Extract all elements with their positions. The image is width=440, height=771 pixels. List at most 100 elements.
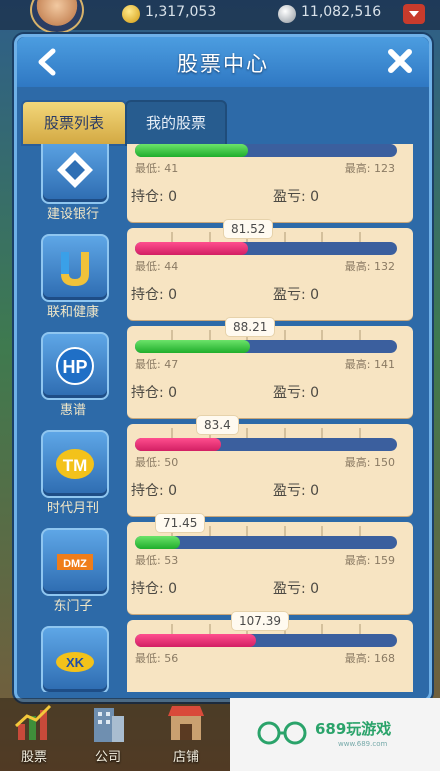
stock-card[interactable]: 81.52 最低: 44 最高: 132 xyxy=(127,220,413,320)
holding-value: 0 xyxy=(168,385,178,401)
current-price: 81.52 xyxy=(224,220,273,238)
low-label: 最低 xyxy=(135,358,157,371)
low-price-label: 最低: 56 xyxy=(135,652,179,665)
gold-coin-icon xyxy=(122,5,140,23)
low-label: 最低 xyxy=(135,456,157,469)
high-price-label: 最高: 123 xyxy=(344,162,395,175)
player-avatar[interactable] xyxy=(30,0,84,34)
svg-text:HP: HP xyxy=(62,357,87,377)
low-price-label: 最低: 44 xyxy=(135,260,179,273)
stock-row[interactable]: XK 107.39 最低: 56 最高: 168 xyxy=(23,612,421,692)
low-price: 56 xyxy=(164,652,179,665)
high-label: 最高 xyxy=(344,162,367,175)
stock-card[interactable]: 88.21 最低: 47 最高: 141 xyxy=(127,318,413,418)
holding-value: 0 xyxy=(168,483,178,499)
stock-card[interactable]: 83.4 最低: 50 最高: 150 xyxy=(127,416,413,516)
shop-icon xyxy=(168,706,204,740)
hold-label: 持仓 xyxy=(131,189,159,205)
low-price-label: 最低: 53 xyxy=(135,554,179,567)
price-range-bar xyxy=(135,438,397,451)
stock-row[interactable]: DMZ 东门子 71.45 最低: 53 最高: 159 持仓: 0 盈亏: 0 xyxy=(23,514,421,620)
holding-value: 0 xyxy=(168,287,178,303)
top-status-bar: 1,317,053 11,082,516 xyxy=(0,0,440,34)
profit-loss-value: 0 xyxy=(310,287,320,303)
silver-amount: 11,082,516 xyxy=(301,4,382,20)
close-icon[interactable] xyxy=(385,46,415,76)
high-price-label: 最高: 159 xyxy=(344,554,395,567)
gold-amount: 1,317,053 xyxy=(145,4,217,20)
high-price-label: 最高: 150 xyxy=(344,456,395,469)
tab-my-stocks[interactable]: 我的股票 xyxy=(125,100,227,146)
stock-row[interactable]: 建设银行 最低: 41 最高: 123 持仓: 0 盈亏: 0 xyxy=(23,144,421,228)
high-price: 132 xyxy=(374,260,395,273)
stock-card[interactable]: 71.45 最低: 53 最高: 159 xyxy=(127,514,413,614)
dock-item-stocks[interactable]: 股票 xyxy=(4,698,64,771)
stock-card[interactable]: 107.39 最低: 56 最高: 168 xyxy=(127,612,413,692)
high-label: 最高 xyxy=(344,652,367,665)
high-label: 最高 xyxy=(344,456,367,469)
low-price-label: 最低: 41 xyxy=(135,162,179,175)
current-price: 83.4 xyxy=(197,416,238,434)
dialog-title: 股票中心 xyxy=(177,52,269,76)
pnl-label: 盈亏 xyxy=(273,483,301,499)
profit-loss-value: 0 xyxy=(310,581,320,597)
range-ticks xyxy=(171,428,361,438)
high-label: 最高 xyxy=(344,554,367,567)
profit-loss-label: 盈亏: 0 xyxy=(273,189,320,205)
low-price: 44 xyxy=(164,260,179,273)
svg-text:TM: TM xyxy=(63,456,88,475)
price-level-fill xyxy=(135,438,221,451)
pnl-label: 盈亏 xyxy=(273,385,301,401)
high-price: 123 xyxy=(374,162,395,175)
stock-row[interactable]: HP 惠谱 88.21 最低: 47 最高: 141 持仓: 0 盈亏: 0 xyxy=(23,318,421,424)
tab-stock-list[interactable]: 股票列表 xyxy=(21,100,127,146)
stock-row[interactable]: 联和健康 81.52 最低: 44 最高: 132 持仓: 0 盈亏: 0 xyxy=(23,220,421,326)
svg-text:DMZ: DMZ xyxy=(63,558,87,570)
low-label: 最低 xyxy=(135,554,157,567)
price-level-fill xyxy=(135,144,248,157)
hold-label: 持仓 xyxy=(131,483,159,499)
price-range-bar xyxy=(135,242,397,255)
company-logo[interactable]: TM xyxy=(41,430,109,498)
price-range-bar xyxy=(135,144,397,157)
glasses-logo-icon xyxy=(257,721,307,745)
pnl-label: 盈亏 xyxy=(273,189,301,205)
stock-row[interactable]: TM 时代月刊 83.4 最低: 50 最高: 150 持仓: 0 盈亏: 0 xyxy=(23,416,421,522)
watermark-text: 689玩游戏 xyxy=(315,720,392,738)
profit-loss-label: 盈亏: 0 xyxy=(273,581,320,597)
stock-name: 惠谱 xyxy=(59,403,86,418)
svg-text:XK: XK xyxy=(66,655,85,670)
low-price: 50 xyxy=(164,456,179,469)
high-price-label: 最高: 168 xyxy=(344,652,395,665)
company-logo[interactable] xyxy=(41,234,109,302)
company-logo[interactable]: HP xyxy=(41,332,109,400)
company-logo[interactable] xyxy=(41,144,109,204)
price-level-fill xyxy=(135,340,250,353)
dock-item-shop[interactable]: 店铺 xyxy=(156,698,216,771)
company-logo[interactable]: XK xyxy=(41,626,109,692)
stock-card[interactable]: 最低: 41 最高: 123 xyxy=(127,144,413,222)
current-price: 71.45 xyxy=(156,514,205,532)
dialog-header: 股票中心 xyxy=(17,37,429,87)
company-logo[interactable]: DMZ xyxy=(41,528,109,596)
high-label: 最高 xyxy=(344,358,367,371)
dropdown-icon[interactable] xyxy=(403,4,425,24)
stock-name: 建设银行 xyxy=(46,207,99,222)
low-label: 最低 xyxy=(135,162,157,175)
dock-item-company[interactable]: 公司 xyxy=(78,698,138,771)
pnl-label: 盈亏 xyxy=(273,581,301,597)
price-range-bar xyxy=(135,634,397,647)
stock-list[interactable]: 建设银行 最低: 41 最高: 123 持仓: 0 盈亏: 0 联和健康 81.52 最低: … xyxy=(23,144,421,692)
stock-name: 联和健康 xyxy=(46,305,99,320)
holding-label: 持仓: 0 xyxy=(131,189,178,205)
dock-label-stocks: 股票 xyxy=(20,750,47,765)
low-price: 41 xyxy=(164,162,179,175)
high-price-label: 最高: 132 xyxy=(344,260,395,273)
high-label: 最高 xyxy=(344,260,367,273)
profit-loss-label: 盈亏: 0 xyxy=(273,287,320,303)
stock-name: 东门子 xyxy=(53,599,93,614)
price-level-fill xyxy=(135,634,256,647)
low-label: 最低 xyxy=(135,260,157,273)
hold-label: 持仓 xyxy=(131,385,159,401)
profit-loss-label: 盈亏: 0 xyxy=(273,385,320,401)
